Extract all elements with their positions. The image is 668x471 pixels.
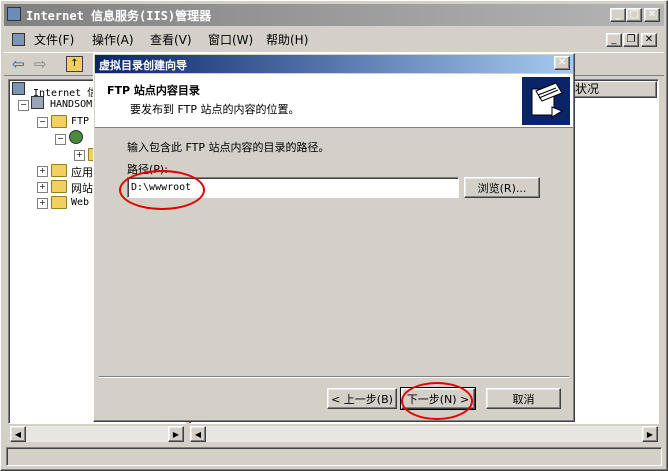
- tree-ftp-label[interactable]: FTP: [71, 116, 89, 127]
- tree-ftp-site-collapse[interactable]: −: [55, 134, 66, 145]
- apps-folder-icon: [51, 164, 67, 177]
- forward-arrow-icon[interactable]: ⇨: [34, 55, 47, 73]
- main-window-title: Internet 信息服务(IIS)管理器: [26, 9, 212, 23]
- ftp-folder-icon: [51, 115, 67, 128]
- wizard-title: 虚拟目录创建向导: [99, 59, 187, 72]
- status-column-header[interactable]: 状况: [571, 81, 657, 98]
- iis-app-icon: [7, 7, 21, 21]
- cancel-button-label: 取消: [512, 392, 535, 406]
- browse-button-label: 浏览(R)...: [477, 181, 527, 195]
- web-folder-icon: [51, 196, 67, 209]
- menu-action[interactable]: 操作(A): [92, 30, 134, 50]
- ftp-site-globe-icon: [69, 130, 83, 144]
- tree-apps-label[interactable]: 应用: [71, 164, 93, 180]
- menu-bar: 文件(F) 操作(A) 查看(V) 窗口(W) 帮助(H) _ ❐ ✕: [4, 30, 664, 50]
- child-restore-button[interactable]: ❐: [623, 33, 639, 47]
- child-close-button[interactable]: ✕: [641, 33, 657, 47]
- back-arrow-icon[interactable]: ⇦: [12, 55, 25, 73]
- tree-hscrollbar[interactable]: [10, 426, 184, 442]
- tree-subfolder-expand[interactable]: +: [74, 150, 85, 161]
- tree-scroll-right-button[interactable]: ▶: [168, 426, 184, 442]
- iis-root-icon: [12, 82, 25, 95]
- tree-scroll-left-button[interactable]: ◀: [10, 426, 26, 442]
- status-bar: [6, 447, 662, 466]
- menu-window[interactable]: 窗口(W): [208, 30, 253, 50]
- tree-server-label[interactable]: HANDSOM: [50, 99, 92, 110]
- cancel-button[interactable]: 取消: [486, 388, 561, 409]
- path-highlight-ellipse: [119, 170, 205, 210]
- wizard-header-title: FTP 站点内容目录: [107, 84, 200, 97]
- minimize-button[interactable]: _: [610, 8, 626, 22]
- tree-web-expand[interactable]: +: [37, 198, 48, 209]
- wizard-close-button[interactable]: ✕: [554, 56, 570, 70]
- server-icon: [31, 96, 44, 109]
- right-scroll-left-button[interactable]: ◀: [190, 426, 206, 442]
- sites-folder-icon: [51, 180, 67, 193]
- back-button[interactable]: < 上一步(B): [327, 388, 397, 409]
- menu-view[interactable]: 查看(V): [150, 30, 192, 50]
- menu-help[interactable]: 帮助(H): [266, 30, 308, 50]
- tree-apps-expand[interactable]: +: [37, 166, 48, 177]
- tree-sites-expand[interactable]: +: [37, 182, 48, 193]
- path-instruction: 输入包含此 FTP 站点内容的目录的路径。: [127, 141, 330, 154]
- wizard-header: FTP 站点内容目录 要发布到 FTP 站点的内容的位置。: [95, 74, 573, 128]
- wizard-folder-icon: [522, 77, 570, 125]
- close-button[interactable]: ✕: [644, 8, 660, 22]
- status-column-label: 状况: [575, 82, 600, 96]
- up-folder-icon[interactable]: ↑: [66, 56, 83, 72]
- tree-server-collapse[interactable]: −: [18, 100, 29, 111]
- wizard-title-bar[interactable]: 虚拟目录创建向导 ✕: [95, 55, 573, 73]
- browse-button[interactable]: 浏览(R)...: [464, 177, 540, 198]
- button-divider: [99, 376, 569, 378]
- next-highlight-ellipse: [401, 382, 473, 420]
- tree-ftp-collapse[interactable]: −: [37, 117, 48, 128]
- tree-web-label[interactable]: Web: [71, 197, 89, 208]
- mmc-doc-icon: [12, 33, 25, 46]
- menu-file[interactable]: 文件(F): [34, 30, 74, 50]
- back-button-label: < 上一步(B): [331, 392, 393, 406]
- wizard-header-subtitle: 要发布到 FTP 站点的内容的位置。: [130, 103, 300, 116]
- tree-sites-label[interactable]: 网站: [71, 180, 93, 196]
- child-minimize-button[interactable]: _: [606, 33, 622, 47]
- main-title-bar[interactable]: Internet 信息服务(IIS)管理器 _ □ ✕: [4, 4, 664, 26]
- right-hscrollbar[interactable]: [190, 426, 658, 442]
- right-scroll-right-button[interactable]: ▶: [642, 426, 658, 442]
- maximize-button[interactable]: □: [626, 8, 642, 22]
